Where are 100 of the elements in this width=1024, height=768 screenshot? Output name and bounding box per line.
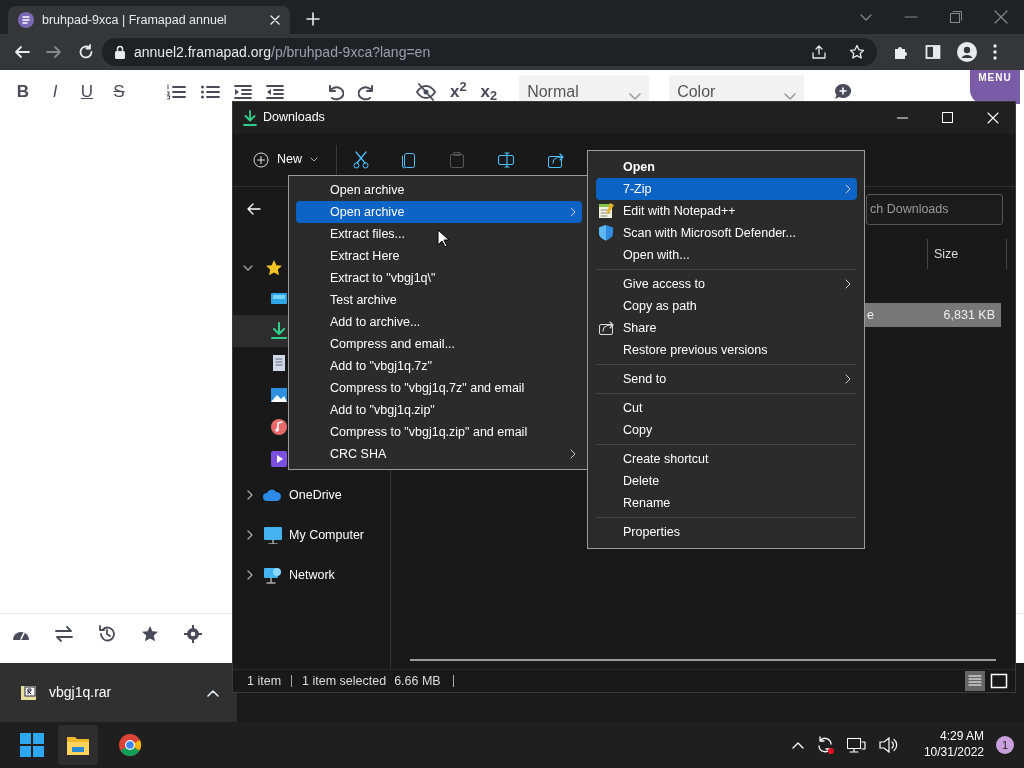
menu-item[interactable]: Extract Here (296, 245, 582, 267)
menu-button[interactable]: MENU (970, 70, 1020, 104)
visibility-off-icon[interactable] (416, 83, 436, 101)
star-icon[interactable] (849, 44, 865, 60)
indent-icon[interactable] (234, 83, 252, 101)
menu-item[interactable]: CRC SHA (296, 443, 582, 465)
menu-item[interactable]: Extract to "vbgj1q\" (296, 267, 582, 289)
numbered-list-icon[interactable] (166, 83, 186, 101)
menu-item[interactable]: Delete (596, 470, 857, 492)
new-tab-icon[interactable] (306, 12, 320, 26)
menu-item[interactable]: Open archive (296, 201, 582, 223)
add-comment-icon[interactable] (834, 83, 853, 101)
menu-item[interactable]: Compress and email... (296, 333, 582, 355)
volume-icon[interactable] (877, 736, 898, 754)
expand-icon[interactable] (245, 570, 255, 580)
profile-icon[interactable] (957, 42, 977, 62)
menu-item[interactable]: Copy as path (596, 295, 857, 317)
bold-button[interactable]: B (14, 79, 32, 105)
menu-item[interactable]: Scan with Microsoft Defender... (596, 222, 857, 244)
menu-item[interactable]: Rename (596, 492, 857, 514)
expand-icon[interactable] (245, 530, 255, 540)
sync-icon[interactable] (815, 736, 834, 754)
menu-item[interactable]: Cut (596, 397, 857, 419)
menu-item[interactable]: Open archive (296, 179, 582, 201)
back-icon[interactable] (14, 44, 30, 60)
swap-icon[interactable] (55, 625, 73, 642)
rename-icon[interactable] (497, 150, 515, 169)
puzzle-icon[interactable] (893, 44, 909, 60)
forward-icon[interactable] (46, 44, 62, 60)
menu-item[interactable]: 7-Zip (596, 178, 857, 200)
italic-button[interactable]: I (46, 79, 64, 105)
bullet-list-icon[interactable] (200, 83, 220, 101)
restore-icon[interactable] (949, 10, 963, 24)
subscript-button[interactable]: x$_{2}$ (480, 79, 498, 105)
start-icon[interactable] (20, 733, 44, 757)
browser-tab[interactable]: bruhpad-9xca | Framapad annuel (8, 6, 290, 34)
menu-item[interactable]: Add to archive... (296, 311, 582, 333)
expand-icon[interactable] (245, 490, 255, 500)
downloaded-file[interactable]: vbgj1q.rar (49, 682, 112, 703)
search-field[interactable]: ch Downloads (866, 193, 1003, 225)
cut-icon[interactable] (353, 150, 369, 169)
chrome-icon[interactable] (118, 733, 142, 757)
menu-item[interactable]: Edit with Notepad++ (596, 200, 857, 222)
file-explorer-taskbar-button[interactable] (58, 725, 98, 765)
menu-item[interactable]: Extract files... (296, 223, 582, 245)
sidebar-item[interactable]: My Computer (233, 515, 390, 555)
menu-item[interactable]: Create shortcut (596, 448, 857, 470)
clock[interactable]: 4:29 AM 10/31/2022 (923, 729, 984, 761)
menu-item[interactable]: Test archive (296, 289, 582, 311)
menu-item[interactable]: Restore previous versions (596, 339, 857, 361)
document-icon[interactable] (270, 354, 288, 372)
notification-badge[interactable]: 1 (996, 736, 1014, 754)
file-row[interactable]: e 6,831 KB (863, 303, 1001, 327)
music-icon[interactable] (270, 418, 288, 436)
menu-item[interactable]: Send to (596, 368, 857, 390)
outdent-icon[interactable] (266, 83, 284, 101)
menu-item[interactable]: Share (596, 317, 857, 339)
redo-icon[interactable] (358, 83, 376, 101)
chevron-right-icon (570, 449, 576, 460)
download-icon[interactable] (270, 322, 288, 340)
chevron-right-icon (845, 184, 851, 195)
scrollbar[interactable] (410, 659, 996, 661)
expand-icon[interactable] (243, 263, 253, 273)
menu-item[interactable]: Add to "vbgj1q.zip" (296, 399, 582, 421)
sidebar-item[interactable]: Network (233, 555, 390, 595)
new-button[interactable]: New (253, 150, 318, 169)
underline-button[interactable]: U (78, 79, 96, 105)
reload-icon[interactable] (78, 44, 94, 60)
chevron-up-icon[interactable] (207, 688, 219, 697)
url-text[interactable]: annuel2.framapad.org/p/bruhpad-9xca?lang=en (134, 41, 431, 63)
menu-item[interactable]: Compress to "vbgj1q.zip" and email (296, 421, 582, 443)
superscript-button[interactable]: x$^{2}$ (450, 79, 467, 105)
menu-item[interactable]: Copy (596, 419, 857, 441)
star-icon[interactable] (265, 259, 283, 277)
menu-item[interactable]: Open with... (596, 244, 857, 266)
copy-icon[interactable] (401, 150, 417, 169)
menu-item[interactable]: Add to "vbgj1q.7z" (296, 355, 582, 377)
back-icon[interactable] (247, 202, 261, 216)
tiles-view-icon[interactable] (989, 671, 1009, 691)
menu-item[interactable]: Properties (596, 521, 857, 543)
column-header[interactable]: Size (927, 239, 1007, 269)
menu-item[interactable]: Give access to (596, 273, 857, 295)
strikethrough-button[interactable]: S (110, 79, 128, 105)
side-panel-icon[interactable] (925, 44, 941, 60)
network-icon[interactable] (845, 736, 866, 754)
maximize-icon[interactable] (942, 112, 953, 123)
settings-icon[interactable] (184, 624, 202, 643)
menu-item[interactable]: Compress to "vbgj1q.7z" and email (296, 377, 582, 399)
share-icon[interactable] (811, 44, 827, 60)
sidebar-item[interactable] (233, 315, 288, 347)
history-icon[interactable] (98, 624, 116, 643)
star-icon[interactable] (141, 624, 159, 643)
video-icon[interactable] (270, 450, 288, 468)
more-menu-icon[interactable] (993, 44, 997, 60)
picture-icon[interactable] (270, 386, 288, 404)
sidebar-item[interactable]: OneDrive (233, 475, 390, 515)
lock-icon (114, 45, 126, 59)
menu-item[interactable]: Open (596, 156, 857, 178)
undo-icon[interactable] (326, 83, 344, 101)
address-bar[interactable]: annuel2.framapad.org/p/bruhpad-9xca?lang=en (102, 38, 877, 66)
